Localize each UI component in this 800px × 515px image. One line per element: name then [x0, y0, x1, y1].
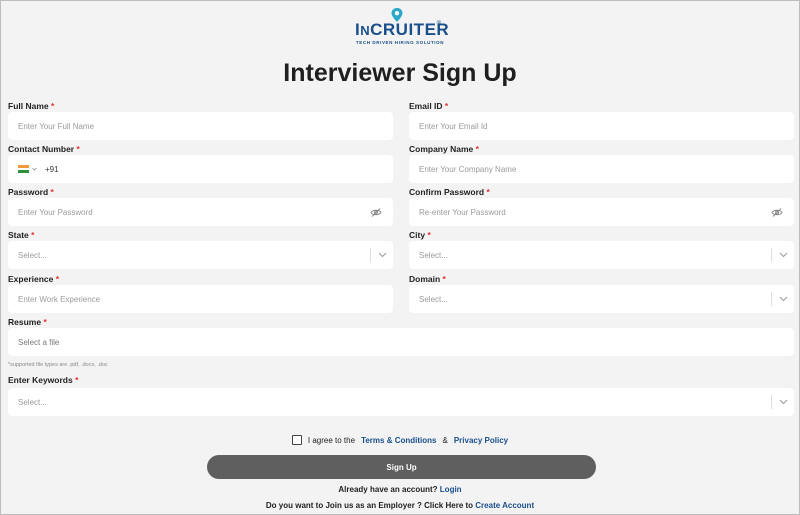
resume-placeholder: Select a file: [18, 337, 60, 347]
experience-placeholder: Enter Work Experience: [18, 294, 101, 304]
city-label: City *: [409, 230, 431, 240]
password-label: Password *: [8, 187, 54, 197]
state-placeholder: Select...: [18, 250, 47, 260]
domain-label: Domain *: [409, 274, 446, 284]
password-placeholder: Enter Your Password: [18, 207, 93, 217]
keywords-placeholder: Select...: [18, 397, 47, 407]
logo-tagline: TECH DRIVEN HIRING SOLUTION: [355, 40, 445, 45]
logo-wordmark: INCRUITER: [355, 20, 450, 39]
domain-placeholder: Select...: [419, 294, 448, 304]
email-placeholder: Enter Your Email Id: [419, 121, 488, 131]
login-prompt-text: Already have an account?: [338, 485, 438, 494]
keywords-select[interactable]: Select...: [8, 388, 794, 416]
domain-select[interactable]: Select...: [409, 285, 794, 313]
eye-off-icon[interactable]: [359, 207, 393, 217]
login-prompt: Already have an account? Login: [1, 485, 799, 494]
contact-number-label: Contact Number *: [8, 144, 80, 154]
email-label: Email ID *: [409, 101, 449, 111]
location-pin-icon: [391, 8, 403, 22]
terms-checkbox[interactable]: [291, 435, 302, 445]
resume-file-input[interactable]: Select a file: [8, 328, 794, 356]
employer-prompt: Do you want to Join us as an Employer ? …: [1, 501, 799, 510]
chevron-down-icon[interactable]: [772, 399, 794, 405]
terms-agreement: I agree to the Terms & Conditions & Priv…: [1, 435, 799, 445]
agree-text: I agree to the: [307, 435, 356, 445]
country-code-selector[interactable]: [18, 165, 37, 174]
country-code-value: +91: [45, 164, 59, 174]
resume-label: Resume *: [8, 317, 47, 327]
experience-field[interactable]: Enter Work Experience: [8, 285, 393, 313]
full-name-field[interactable]: Enter Your Full Name: [8, 112, 393, 140]
confirm-password-field[interactable]: Re-enter Your Password: [409, 198, 794, 226]
create-account-link[interactable]: Create Account: [475, 501, 534, 510]
confirm-password-label: Confirm Password *: [409, 187, 490, 197]
eye-off-icon[interactable]: [760, 207, 794, 217]
employer-prompt-text: Do you want to Join us as an Employer ? …: [265, 501, 474, 510]
terms-link[interactable]: Terms & Conditions: [361, 436, 436, 445]
ampersand: &: [442, 435, 448, 445]
keywords-label: Enter Keywords *: [8, 375, 79, 385]
logo: INCRUITER ® TECH DRIVEN HIRING SOLUTION: [1, 7, 799, 45]
city-placeholder: Select...: [419, 250, 448, 260]
login-link[interactable]: Login: [440, 485, 462, 494]
india-flag-icon: [18, 165, 29, 174]
chevron-down-icon[interactable]: [772, 252, 794, 258]
state-label: State *: [8, 230, 35, 240]
state-select[interactable]: Select...: [8, 241, 393, 269]
page-title: Interviewer Sign Up: [283, 59, 517, 87]
company-name-field[interactable]: Enter Your Company Name: [409, 155, 794, 183]
experience-label: Experience *: [8, 274, 60, 284]
registered-mark: ®: [436, 21, 441, 27]
company-name-label: Company Name *: [409, 144, 479, 154]
password-field[interactable]: Enter Your Password: [8, 198, 393, 226]
file-types-note: *supported file types are .pdf, .docx, .…: [8, 362, 108, 368]
company-name-placeholder: Enter Your Company Name: [419, 164, 517, 174]
confirm-password-placeholder: Re-enter Your Password: [419, 207, 506, 217]
sign-up-button[interactable]: Sign Up: [207, 455, 596, 479]
full-name-label: Full Name *: [8, 101, 55, 111]
chevron-down-icon[interactable]: [371, 252, 393, 258]
chevron-down-icon[interactable]: [772, 296, 794, 302]
city-select[interactable]: Select...: [409, 241, 794, 269]
email-field[interactable]: Enter Your Email Id: [409, 112, 794, 140]
chevron-down-icon: [32, 167, 37, 171]
full-name-placeholder: Enter Your Full Name: [18, 121, 95, 131]
contact-number-field[interactable]: +91: [8, 155, 393, 183]
privacy-policy-link[interactable]: Privacy Policy: [454, 436, 508, 445]
